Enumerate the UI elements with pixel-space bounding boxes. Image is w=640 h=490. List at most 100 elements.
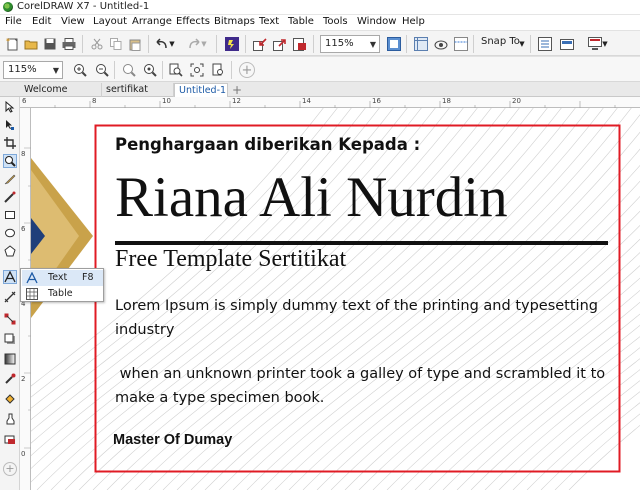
ruler-label: 0	[21, 450, 26, 458]
zoom-levels-combo[interactable]: 115% ▼	[3, 61, 63, 79]
zoom-to-all-objects-icon[interactable]	[142, 62, 158, 78]
menu-table[interactable]: Table	[288, 16, 314, 27]
document-tabs: Welcome Screen sertifikat 5.cdr Untitled…	[0, 82, 640, 108]
zoom-to-selected-icon[interactable]	[121, 62, 137, 78]
separator	[231, 61, 232, 79]
ruler-label: 6	[21, 225, 26, 233]
paste-icon[interactable]	[127, 36, 143, 52]
ruler-label: 12	[232, 97, 241, 105]
export-icon[interactable]	[272, 36, 288, 52]
ruler-label: 8	[21, 150, 26, 158]
menu-file[interactable]: File	[5, 16, 22, 27]
text-tool-icon[interactable]	[3, 270, 17, 284]
add-tab-icon[interactable]: +	[232, 83, 242, 97]
separator	[216, 35, 217, 53]
separator	[245, 35, 246, 53]
horizontal-ruler[interactable]: 8 10 12 14 16 18 20 6	[20, 97, 640, 108]
customize-toolbox-icon[interactable]: +	[3, 462, 17, 476]
ruler-label: 2	[21, 375, 26, 383]
separator	[148, 35, 149, 53]
standard-toolbar: * ▼ ▼ 115% ▼ Snap To ▼ ▼	[0, 30, 640, 56]
ellipse-tool-icon[interactable]	[3, 226, 17, 240]
drop-shadow-tool-icon[interactable]	[3, 332, 17, 346]
window-title: CorelDRAW X7 - Untitled-1	[17, 1, 150, 12]
color-eyedropper-tool-icon[interactable]	[3, 372, 17, 386]
coreldraw-logo-icon	[3, 2, 13, 12]
menu-edit[interactable]: Edit	[32, 16, 51, 27]
artistic-media-tool-icon[interactable]	[3, 190, 17, 204]
full-screen-preview-icon[interactable]	[386, 36, 402, 52]
transparency-tool-icon[interactable]	[3, 352, 17, 366]
menu-window[interactable]: Window	[357, 16, 396, 27]
parallel-dimension-tool-icon[interactable]	[3, 290, 17, 304]
new-document-icon[interactable]: *	[4, 36, 20, 52]
search-content-icon[interactable]	[224, 36, 240, 52]
redo-dropdown-icon[interactable]: ▼	[200, 36, 208, 52]
menu-bitmaps[interactable]: Bitmaps	[214, 16, 255, 27]
import-icon[interactable]	[252, 36, 268, 52]
ruler-label: 20	[512, 97, 521, 105]
show-grid-icon[interactable]	[433, 36, 449, 52]
menu-arrange[interactable]: Arrange	[132, 16, 172, 27]
flyout-item-text[interactable]: Text F8	[22, 270, 103, 286]
certificate-heading: Penghargaan diberikan Kepada :	[115, 135, 421, 154]
zoom-to-page-icon[interactable]	[168, 62, 184, 78]
menu-tools[interactable]: Tools	[323, 16, 348, 27]
open-folder-icon[interactable]	[23, 36, 39, 52]
zoom-levels-value: 115%	[8, 64, 37, 75]
menu-view[interactable]: View	[61, 16, 85, 27]
menu-help[interactable]: Help	[402, 16, 425, 27]
flyout-item-table[interactable]: Table	[22, 286, 103, 302]
rectangle-tool-icon[interactable]	[3, 208, 17, 222]
snap-to-dropdown-icon[interactable]: ▼	[518, 36, 526, 52]
tab-sertifikat[interactable]: sertifikat 5.cdr	[102, 83, 174, 108]
copy-icon[interactable]	[108, 36, 124, 52]
interactive-fill-tool-icon[interactable]	[3, 392, 17, 406]
smart-fill-tool-icon[interactable]	[3, 412, 17, 426]
options-icon[interactable]	[537, 36, 553, 52]
flyout-item-label: Text	[48, 272, 68, 283]
connector-tool-icon[interactable]	[3, 312, 17, 326]
menu-text[interactable]: Text	[259, 16, 279, 27]
show-guidelines-icon[interactable]	[453, 36, 469, 52]
snap-to-label[interactable]: Snap To	[481, 36, 520, 47]
name-underline	[115, 241, 608, 245]
undo-dropdown-icon[interactable]: ▼	[168, 36, 176, 52]
shape-tool-icon[interactable]	[3, 118, 17, 132]
outline-pen-tool-icon[interactable]	[3, 432, 17, 446]
separator	[313, 35, 314, 53]
pick-tool-icon[interactable]	[3, 100, 17, 114]
zoom-out-icon[interactable]	[94, 62, 110, 78]
menu-effects[interactable]: Effects	[176, 16, 210, 27]
ruler-label: 8	[92, 97, 97, 105]
print-icon[interactable]	[61, 36, 77, 52]
drawing-canvas[interactable]: Penghargaan diberikan Kepada : Riana Ali…	[31, 108, 640, 490]
table-tool-icon	[26, 288, 38, 300]
save-icon[interactable]	[42, 36, 58, 52]
polygon-tool-icon[interactable]	[3, 244, 17, 258]
freehand-tool-icon[interactable]	[3, 172, 17, 186]
menu-layout[interactable]: Layout	[93, 16, 127, 27]
cut-icon[interactable]	[89, 36, 105, 52]
chevron-down-icon: ▼	[369, 40, 376, 49]
certificate-body-line: when an unknown printer took a galley of…	[115, 366, 606, 382]
certificate-signature: Master Of Dumay	[113, 432, 233, 448]
add-icon[interactable]: +	[239, 62, 255, 78]
zoom-in-icon[interactable]	[72, 62, 88, 78]
tab-welcome-screen[interactable]: Welcome Screen	[20, 83, 102, 108]
launcher-dropdown-icon[interactable]: ▼	[601, 36, 609, 52]
crop-tool-icon[interactable]	[3, 136, 17, 150]
ruler-label: 18	[442, 97, 451, 105]
zoom-level-value: 115%	[325, 38, 354, 49]
ruler-label: 10	[162, 97, 171, 105]
zoom-level-combo[interactable]: 115% ▼	[320, 35, 380, 53]
show-rulers-icon[interactable]	[413, 36, 429, 52]
publish-pdf-icon[interactable]	[292, 36, 308, 52]
zoom-to-page-width-icon[interactable]	[189, 62, 205, 78]
tab-untitled-1[interactable]: Untitled-1	[174, 83, 228, 97]
flyout-item-shortcut: F8	[82, 272, 94, 283]
separator	[114, 61, 115, 79]
zoom-to-page-height-icon[interactable]	[210, 62, 226, 78]
application-launcher-icon[interactable]	[559, 36, 575, 52]
zoom-tool-icon[interactable]	[3, 154, 17, 168]
